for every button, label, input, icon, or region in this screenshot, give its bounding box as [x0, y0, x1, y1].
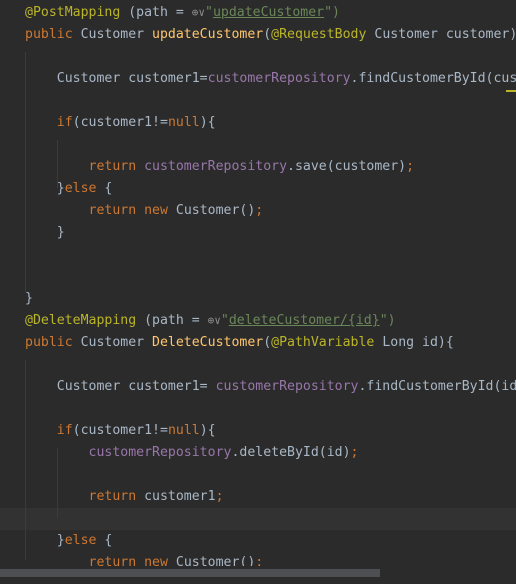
code-line[interactable] [0, 464, 516, 486]
code-token: .findCustomerById(id [358, 379, 516, 394]
code-token: Customer customer) [366, 27, 516, 42]
code-line[interactable]: @DeleteMapping (path = ⊕∨"deleteCustomer… [0, 310, 516, 332]
globe-icon[interactable]: ⊕∨ [192, 6, 205, 19]
code-token: customerRepository [144, 159, 288, 174]
code-token: .findCustomerById(cus [350, 71, 516, 86]
code-line[interactable]: Customer customer1= customerRepository.f… [0, 376, 516, 398]
code-token: .save(customer) [287, 159, 407, 174]
code-line[interactable]: return customer1; [0, 486, 516, 508]
code-token[interactable]: deleteCustomer/{id} [229, 313, 380, 328]
code-line[interactable] [0, 244, 516, 266]
code-line[interactable]: if(customer1!=null){ [0, 112, 516, 134]
code-token: (customer1!= [72, 423, 168, 438]
code-token: @PostMapping [25, 5, 121, 20]
code-token: Customer customer1= [25, 379, 216, 394]
code-line[interactable]: }else { [0, 178, 516, 200]
code-line[interactable] [0, 46, 516, 68]
code-line[interactable]: }else { [0, 530, 516, 552]
code-token: ; [215, 489, 224, 504]
code-token: (path = [120, 5, 192, 20]
code-token: @RequestBody [271, 27, 367, 42]
code-token: if [56, 423, 73, 438]
code-token: .deleteById(id) [231, 445, 351, 460]
code-token: Customer() [175, 203, 256, 218]
code-token: customerRepository [88, 445, 232, 460]
code-line[interactable]: return new Customer(); [0, 200, 516, 222]
globe-icon[interactable]: ⊕∨ [208, 314, 221, 327]
code-line[interactable] [0, 508, 516, 530]
code-line[interactable]: Customer customer1=customerRepository.fi… [0, 68, 516, 90]
horizontal-scrollbar-thumb[interactable] [0, 569, 380, 577]
code-token: else [64, 533, 105, 548]
code-line[interactable] [0, 90, 516, 112]
code-token: ") [324, 5, 340, 20]
code-token: if [56, 115, 73, 130]
code-line[interactable]: public Customer DeleteCustomer(@PathVari… [0, 332, 516, 354]
code-token: Long id){ [374, 335, 454, 350]
code-token: ( [263, 27, 272, 42]
code-line[interactable]: customerRepository.deleteById(id); [0, 442, 516, 464]
code-token: @PathVariable [271, 335, 375, 350]
code-token: return [88, 489, 145, 504]
code-token: " [220, 313, 229, 328]
code-token: Customer [80, 27, 153, 42]
code-token: public [25, 27, 81, 42]
code-token: ") [379, 313, 396, 328]
code-token: (path = [136, 313, 208, 328]
code-token: ){ [199, 115, 216, 130]
code-token: ( [263, 335, 272, 350]
code-token: @DeleteMapping [25, 313, 137, 328]
code-line[interactable]: public Customer updateCustomer(@RequestB… [0, 24, 516, 46]
code-token: ; [406, 159, 415, 174]
code-token: Customer [80, 335, 153, 350]
code-token: } [25, 225, 65, 240]
code-token: { [104, 533, 113, 548]
code-token: updateCustomer [152, 27, 264, 42]
code-token: (customer1!= [72, 115, 168, 130]
code-line[interactable]: return customerRepository.save(customer)… [0, 156, 516, 178]
code-token: customerRepository [215, 379, 359, 394]
code-editor[interactable]: @PostMapping (path = ⊕∨"updateCustomer")… [0, 0, 516, 584]
code-token: null [167, 115, 200, 130]
code-token[interactable]: updateCustomer [213, 5, 324, 20]
code-token: DeleteCustomer [152, 335, 264, 350]
code-token: { [104, 181, 113, 196]
code-line[interactable]: @PostMapping (path = ⊕∨"updateCustomer") [0, 2, 516, 24]
code-line[interactable] [0, 134, 516, 156]
code-line[interactable]: if(customer1!=null){ [0, 420, 516, 442]
code-line[interactable]: } [0, 222, 516, 244]
code-line[interactable] [0, 354, 516, 376]
code-line[interactable] [0, 398, 516, 420]
code-token: return [88, 159, 145, 174]
code-token: ; [350, 445, 359, 460]
code-token: ; [255, 203, 264, 218]
code-token: } [25, 533, 65, 548]
inline-hint-marker [506, 90, 516, 92]
code-token: public [25, 335, 81, 350]
code-token: } [25, 181, 65, 196]
code-line[interactable]: } [0, 288, 516, 310]
code-token: } [25, 291, 33, 306]
code-token: customerRepository [207, 71, 351, 86]
code-token: Customer customer1= [25, 71, 208, 86]
code-token: " [205, 5, 213, 20]
code-token: ){ [199, 423, 216, 438]
code-token: customer1 [144, 489, 216, 504]
code-line[interactable] [0, 266, 516, 288]
code-token: else [64, 181, 105, 196]
code-token: null [167, 423, 200, 438]
code-token: return new [88, 203, 176, 218]
